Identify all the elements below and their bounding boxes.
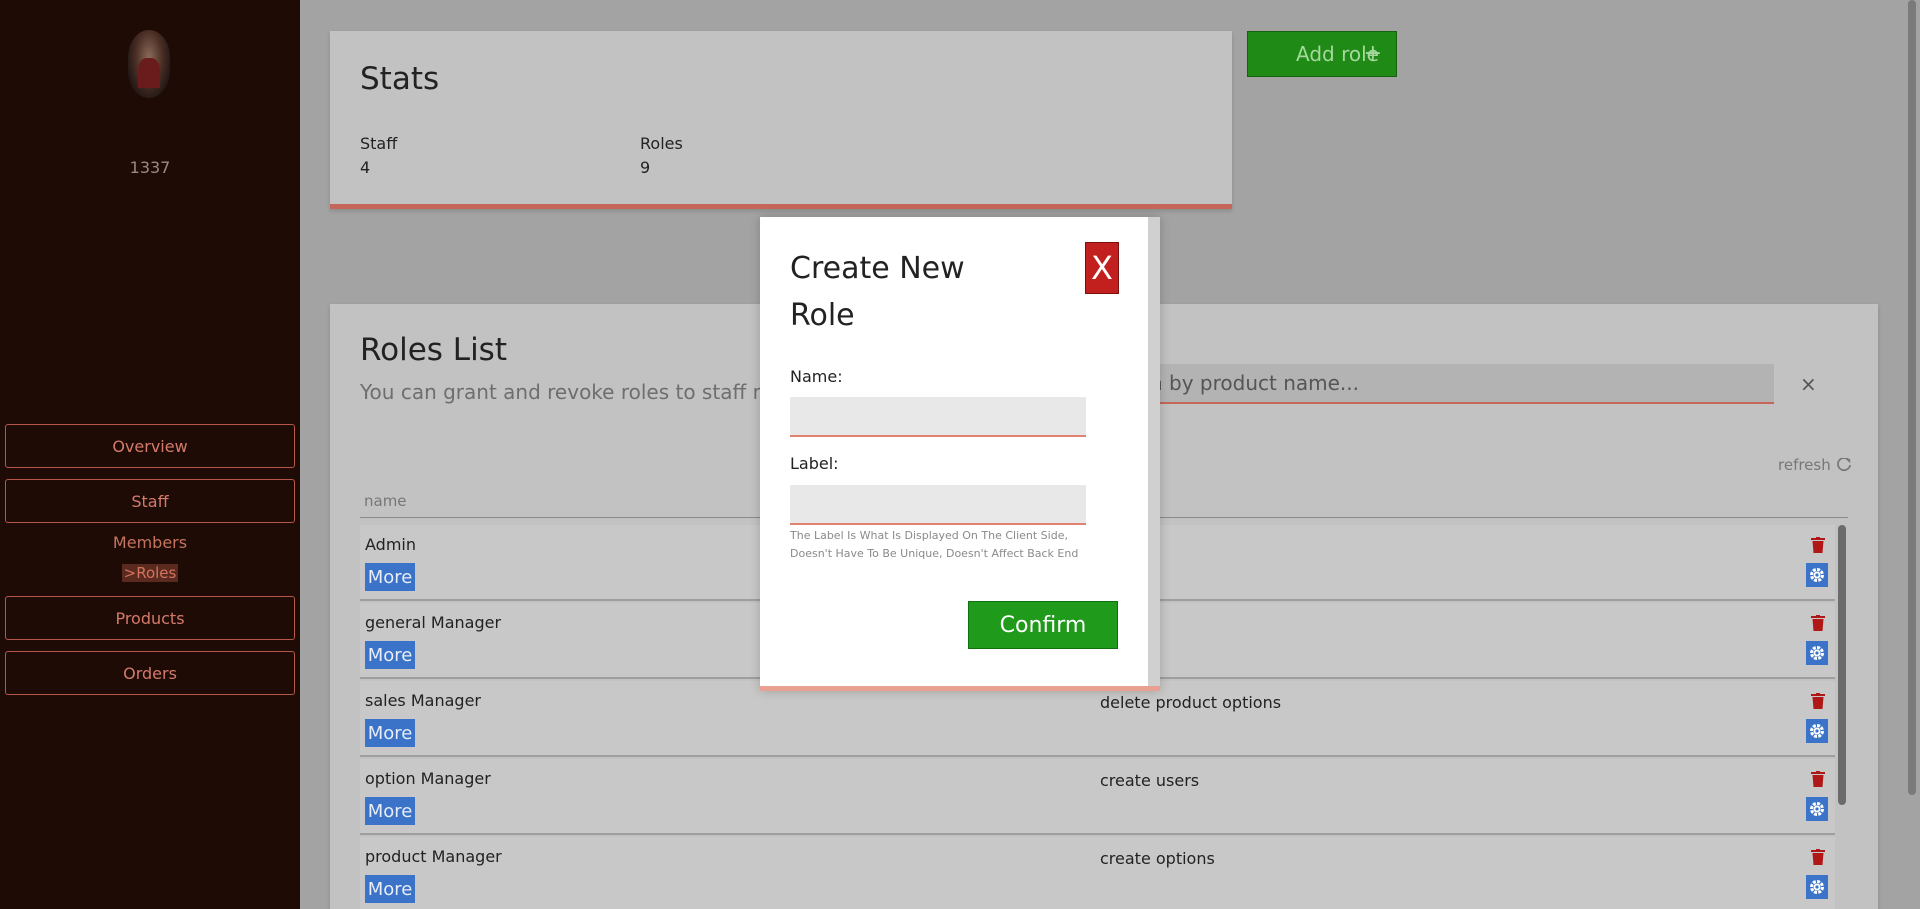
settings-button[interactable] xyxy=(1806,563,1828,587)
more-button[interactable]: More xyxy=(365,875,415,903)
table-row: product Manager create options More xyxy=(360,837,1835,909)
gear-icon xyxy=(1810,880,1824,894)
role-name: sales Manager xyxy=(365,691,481,710)
user-id: 1337 xyxy=(129,158,171,177)
table-row: sales Manager delete product options More xyxy=(360,681,1835,757)
plus-icon: + xyxy=(1363,41,1382,66)
staff-stat-label: Staff xyxy=(360,134,398,153)
gear-icon xyxy=(1810,724,1824,738)
refresh-icon xyxy=(1836,457,1851,472)
list-scrollbar[interactable] xyxy=(1838,525,1846,805)
settings-button[interactable] xyxy=(1806,641,1828,665)
stats-title: Stats xyxy=(360,61,440,97)
trash-icon[interactable] xyxy=(1811,537,1825,553)
nav-products-button[interactable]: Products xyxy=(5,596,295,640)
role-permission: delete product options xyxy=(1100,693,1282,712)
role-name: product Manager xyxy=(365,847,502,866)
page-scrollbar[interactable] xyxy=(1908,0,1916,795)
create-role-modal: Create New Role X Name: Label: The Label… xyxy=(760,217,1160,691)
role-permission: create users xyxy=(1100,771,1200,790)
settings-button[interactable] xyxy=(1806,875,1828,899)
roles-list-subtitle: You can grant and revoke roles to staff … xyxy=(360,380,804,404)
label-input[interactable] xyxy=(790,485,1086,525)
label-label: Label: xyxy=(790,454,839,473)
trash-icon[interactable] xyxy=(1811,771,1825,787)
confirm-button[interactable]: Confirm xyxy=(968,601,1118,649)
column-header-name: name xyxy=(364,492,407,510)
name-input[interactable] xyxy=(790,397,1086,437)
nav-orders-button[interactable]: Orders xyxy=(5,651,295,695)
search-input[interactable] xyxy=(1130,364,1774,402)
more-button[interactable]: More xyxy=(365,719,415,747)
gear-icon xyxy=(1810,802,1824,816)
roles-list-title: Roles List xyxy=(360,332,507,368)
modal-scrollbar[interactable] xyxy=(1148,217,1160,686)
role-name: option Manager xyxy=(365,769,491,788)
nav-overview-button[interactable]: Overview xyxy=(5,424,295,468)
add-role-button[interactable]: Add role + xyxy=(1247,31,1397,77)
stats-card: Stats Staff 4 Roles 9 xyxy=(330,31,1232,209)
nav-roles-label: >Roles xyxy=(121,564,179,582)
roles-stat-label: Roles xyxy=(640,134,683,153)
gear-icon xyxy=(1810,646,1824,660)
settings-button[interactable] xyxy=(1806,719,1828,743)
trash-icon[interactable] xyxy=(1811,849,1825,865)
more-button[interactable]: More xyxy=(365,797,415,825)
trash-icon[interactable] xyxy=(1811,615,1825,631)
trash-icon[interactable] xyxy=(1811,693,1825,709)
roles-stat-value: 9 xyxy=(640,158,651,177)
more-button[interactable]: More xyxy=(365,563,415,591)
refresh-label: refresh xyxy=(1778,456,1831,474)
search-box xyxy=(1130,364,1774,404)
nav-members-link[interactable]: Members xyxy=(0,533,300,552)
role-name: general Manager xyxy=(365,613,502,632)
table-row: option Manager create users More xyxy=(360,759,1835,835)
close-modal-button[interactable]: X xyxy=(1085,242,1119,294)
refresh-button[interactable]: refresh xyxy=(1778,456,1852,474)
more-button[interactable]: More xyxy=(365,641,415,669)
role-permission: create options xyxy=(1100,849,1215,868)
nav-roles-link[interactable]: >Roles xyxy=(0,564,300,582)
label-hint: The Label Is What Is Displayed On The Cl… xyxy=(790,529,1079,560)
settings-button[interactable] xyxy=(1806,797,1828,821)
avatar[interactable] xyxy=(128,30,170,98)
clear-search-icon[interactable]: × xyxy=(1800,372,1817,396)
name-label: Name: xyxy=(790,367,843,386)
role-name: Admin xyxy=(365,535,416,554)
staff-stat-value: 4 xyxy=(360,158,371,177)
sidebar: 1337 Overview Staff Members >Roles Produ… xyxy=(0,0,300,909)
gear-icon xyxy=(1810,568,1824,582)
modal-title: Create New Role xyxy=(790,251,965,333)
nav-staff-button[interactable]: Staff xyxy=(5,479,295,523)
